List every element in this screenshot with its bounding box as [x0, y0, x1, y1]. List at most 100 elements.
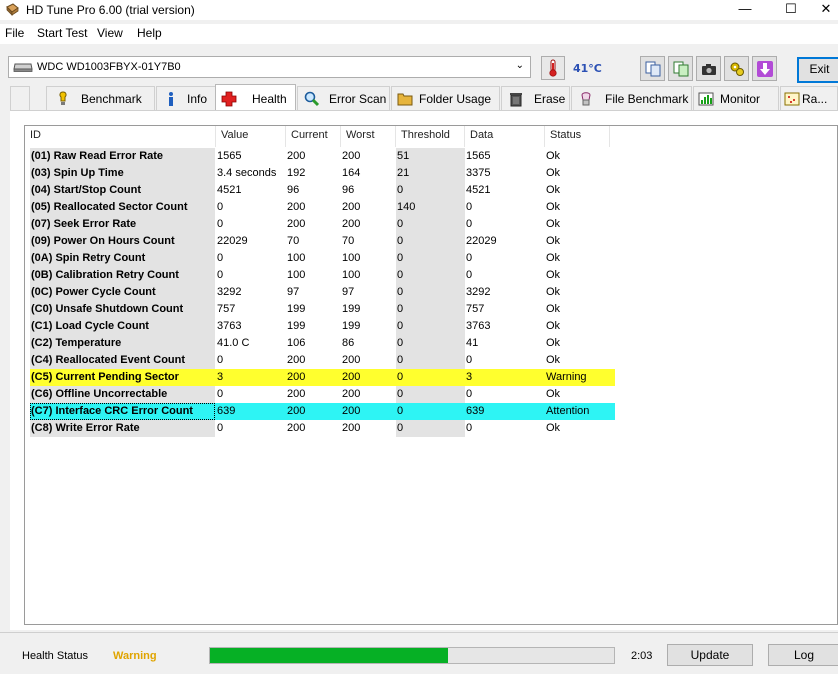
- screenshot-button[interactable]: [696, 56, 721, 81]
- tab-file-benchmark[interactable]: File Benchmark: [571, 86, 692, 110]
- copy-screenshot-button[interactable]: [668, 56, 693, 81]
- tab-monitor-label: Monitor: [720, 92, 761, 106]
- cell-data: 0: [466, 218, 473, 230]
- random-access-icon: [784, 92, 800, 106]
- cell-current: 70: [287, 235, 300, 247]
- minimize-button[interactable]: —: [722, 0, 768, 20]
- tab-overflow[interactable]: [10, 86, 30, 110]
- cell-value: 757: [217, 303, 236, 315]
- column-header-value[interactable]: Value: [216, 126, 286, 147]
- cell-id: (01) Raw Read Error Rate: [30, 148, 215, 165]
- cell-value: 0: [217, 252, 224, 264]
- progress-fill: [210, 648, 449, 663]
- download-arrow-icon: [757, 61, 773, 77]
- cell-value: 4521: [217, 184, 242, 196]
- info-icon: [169, 92, 173, 106]
- cell-data: 41: [466, 337, 479, 349]
- options-button[interactable]: [724, 56, 749, 81]
- cell-value: 0: [217, 388, 224, 400]
- tab-folder-usage[interactable]: Folder Usage: [391, 86, 500, 110]
- cell-status: Ok: [546, 337, 561, 349]
- table-row[interactable]: (C8) Write Error Rate 0 200 200 0 0 Ok: [30, 420, 615, 437]
- table-row[interactable]: (C0) Unsafe Shutdown Count 757 199 199 0 757 O…: [30, 301, 615, 318]
- table-row[interactable]: (C7) Interface CRC Error Count 639 200 200 0…: [30, 403, 615, 420]
- table-row[interactable]: (0C) Power Cycle Count 3292 97 97 0 3292 Ok: [30, 284, 615, 301]
- exit-button[interactable]: Exit: [797, 57, 838, 83]
- table-row[interactable]: (C6) Offline Uncorrectable 0 200 200 0 0 Ok: [30, 386, 615, 403]
- cell-status: Ok: [546, 167, 561, 179]
- health-status-value: Warning: [113, 650, 157, 662]
- column-header-status[interactable]: Status: [545, 126, 610, 147]
- menu-view[interactable]: View: [97, 26, 123, 40]
- file-benchmark-icon: [581, 92, 591, 106]
- column-header-threshold[interactable]: Threshold: [396, 126, 465, 147]
- cell-id: (C1) Load Cycle Count: [30, 318, 215, 335]
- column-header-data[interactable]: Data: [465, 126, 545, 147]
- save-button[interactable]: [752, 56, 777, 81]
- column-header-worst[interactable]: Worst: [341, 126, 396, 147]
- table-row[interactable]: (04) Start/Stop Count 4521 96 96 0 4521 Ok: [30, 182, 615, 199]
- copy-icon: [645, 61, 661, 77]
- cell-id: (C5) Current Pending Sector: [30, 369, 215, 386]
- tab-bar: Benchmark Info Health Error Scan Folder …: [8, 84, 838, 111]
- cell-current: 199: [287, 303, 306, 315]
- cell-current: 100: [287, 252, 306, 264]
- table-row[interactable]: (C4) Reallocated Event Count 0 200 200 0 0 Ok: [30, 352, 615, 369]
- maximize-button[interactable]: ☐: [768, 0, 814, 20]
- cell-worst: 200: [342, 354, 361, 366]
- menu-help[interactable]: Help: [137, 26, 162, 40]
- hard-drive-icon: [13, 63, 33, 72]
- menu-file[interactable]: File: [5, 26, 24, 40]
- table-row[interactable]: (05) Reallocated Sector Count 0 200 200 140 0…: [30, 199, 615, 216]
- copy-text-button[interactable]: [640, 56, 665, 81]
- cell-id: (0C) Power Cycle Count: [30, 284, 215, 301]
- cell-threshold: 0: [396, 386, 465, 403]
- tab-random-access[interactable]: Ra...: [780, 86, 838, 110]
- tab-benchmark[interactable]: Benchmark: [46, 86, 155, 110]
- table-row[interactable]: (C2) Temperature 41.0 C 106 86 0 41 Ok: [30, 335, 615, 352]
- table-row[interactable]: (0B) Calibration Retry Count 0 100 100 0 0 Ok: [30, 267, 615, 284]
- log-button[interactable]: Log: [768, 644, 838, 666]
- cell-status: Ok: [546, 286, 561, 298]
- cell-data: 0: [466, 252, 473, 264]
- tab-erase[interactable]: Erase: [501, 86, 570, 110]
- cell-data: 0: [466, 354, 473, 366]
- cell-value: 0: [217, 354, 224, 366]
- cell-current: 200: [287, 405, 306, 417]
- table-row[interactable]: (01) Raw Read Error Rate 1565 200 200 51 1565…: [30, 148, 615, 165]
- tab-folder-usage-label: Folder Usage: [419, 92, 492, 106]
- close-button[interactable]: ✕: [814, 0, 838, 20]
- cell-worst: 200: [342, 150, 361, 162]
- camera-icon: [702, 64, 716, 75]
- cell-value: 3292: [217, 286, 242, 298]
- table-row[interactable]: (C5) Current Pending Sector 3 200 200 0 3 Warn…: [30, 369, 615, 386]
- tab-monitor[interactable]: Monitor: [693, 86, 779, 110]
- tab-error-scan[interactable]: Error Scan: [297, 86, 390, 110]
- table-row[interactable]: (0A) Spin Retry Count 0 100 100 0 0 Ok: [30, 250, 615, 267]
- cell-current: 200: [287, 388, 306, 400]
- temperature-button[interactable]: [541, 56, 565, 80]
- tab-health[interactable]: Health: [215, 84, 296, 111]
- tab-info[interactable]: Info: [156, 86, 218, 110]
- cell-data: 1565: [466, 150, 491, 162]
- column-header-current[interactable]: Current: [286, 126, 341, 147]
- table-row[interactable]: (07) Seek Error Rate 0 200 200 0 0 Ok: [30, 216, 615, 233]
- cell-current: 200: [287, 371, 306, 383]
- cell-status: Ok: [546, 184, 561, 196]
- column-header-id[interactable]: ID: [25, 126, 216, 147]
- drive-select[interactable]: WDC WD1003FBYX-01Y7B0 ⌄: [8, 56, 531, 78]
- tab-error-scan-label: Error Scan: [329, 92, 387, 106]
- cell-id: (04) Start/Stop Count: [30, 182, 215, 199]
- trash-icon: [510, 93, 522, 107]
- update-button[interactable]: Update: [667, 644, 753, 666]
- smart-attributes-table[interactable]: ID Value Current Worst Threshold Data St…: [24, 125, 838, 625]
- cell-id: (07) Seek Error Rate: [30, 216, 215, 233]
- cell-current: 200: [287, 422, 306, 434]
- menu-start-test[interactable]: Start Test: [37, 26, 87, 40]
- cell-status: Ok: [546, 388, 561, 400]
- table-row[interactable]: (09) Power On Hours Count 22029 70 70 0 22029…: [30, 233, 615, 250]
- cell-id: (C7) Interface CRC Error Count: [30, 403, 215, 420]
- table-row[interactable]: (C1) Load Cycle Count 3763 199 199 0 3763 Ok: [30, 318, 615, 335]
- table-row[interactable]: (03) Spin Up Time 3.4 seconds 192 164 21 3375…: [30, 165, 615, 182]
- tab-file-benchmark-label: File Benchmark: [605, 92, 689, 106]
